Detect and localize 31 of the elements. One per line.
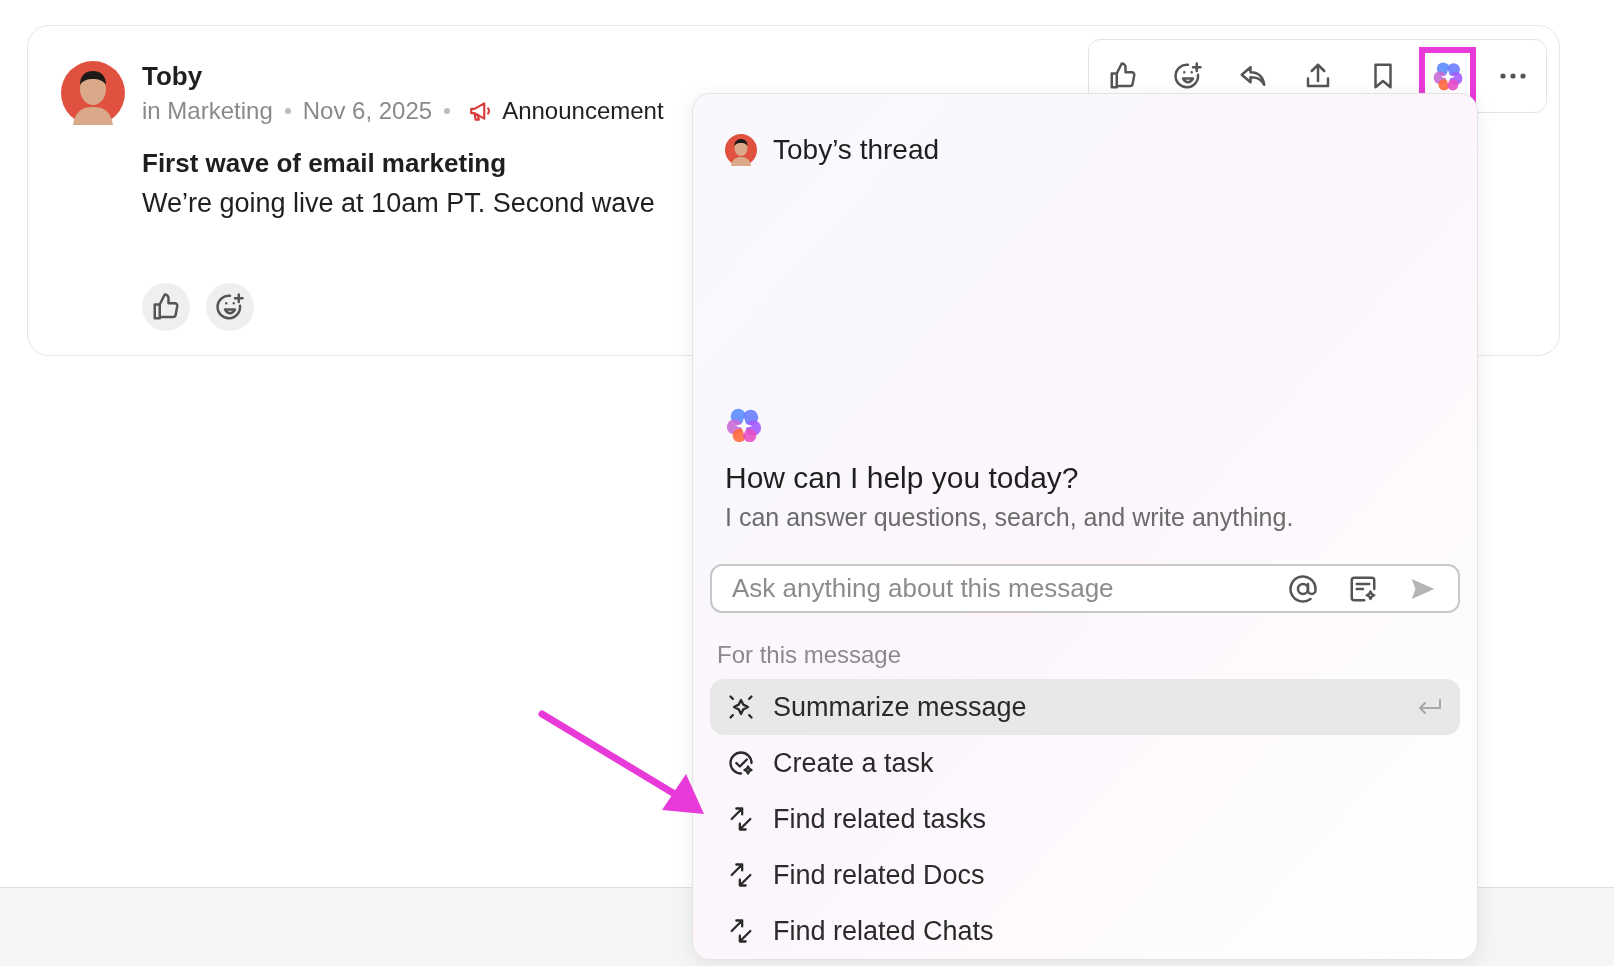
ask-input-field[interactable]: Ask anything about this message [732,569,1288,608]
avatar [61,61,125,125]
section-label: For this message [716,641,903,669]
smiley-plus-icon [1172,61,1203,91]
action-item[interactable]: Find related Docs [710,847,1460,903]
assistant-heading: How can I help you today? [724,460,1080,496]
thread-title: Toby’s thread [773,134,940,166]
like-reaction-button[interactable] [142,283,190,331]
composer-field[interactable]: Ask anything about this message [710,564,1460,613]
check-circle-sparkle-icon [727,749,755,777]
announcement-tag: Announcement [502,97,664,125]
sparkle-icon [727,693,755,721]
action-item[interactable]: Find related Chats [710,903,1460,959]
action-item[interactable]: Find related tasks [710,791,1460,847]
action-item[interactable]: Create a task [710,735,1460,791]
sparkle-logo-icon [1431,60,1464,92]
channel-name: in Marketing [142,97,273,125]
sparkle-logo-icon [725,406,763,444]
thumbs-up-icon [151,292,181,322]
author-name: Toby [142,61,204,91]
smiley-plus-icon [215,292,245,322]
at-icon[interactable] [1288,573,1318,604]
action-item[interactable]: Summarize message [710,679,1460,735]
avatar [725,134,757,166]
enter-key-icon [1417,697,1443,717]
add-reaction-button[interactable] [206,283,254,331]
post-date: Nov 6, 2025 [302,97,433,125]
message-title: First wave of email marketing [142,147,508,179]
assistant-subheading: I can answer questions, search, and write anything. [724,502,1295,532]
more-icon [1499,73,1526,79]
message-body: We’re going live at 10am PT. Second wave [142,187,656,219]
